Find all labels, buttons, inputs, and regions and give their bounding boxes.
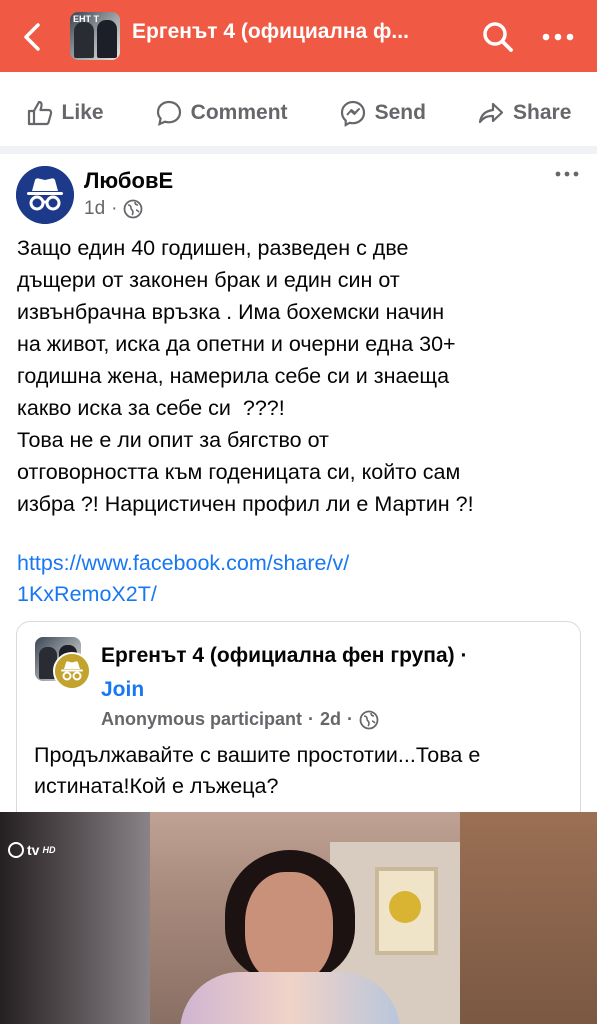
like-button[interactable]: Like <box>26 99 104 127</box>
post-meta: 1d · <box>84 198 143 220</box>
section-divider <box>0 146 597 154</box>
post-author[interactable]: ЛюбовЕ <box>84 168 173 194</box>
group-title[interactable]: Ергенът 4 (официална ф... <box>132 20 452 44</box>
send-label: Send <box>374 101 426 124</box>
shared-meta-separator-2: · <box>347 709 354 729</box>
share-label: Share <box>513 101 572 124</box>
shared-time: 2d <box>320 709 342 729</box>
post-body: Защо един 40 годишен, разведен с две дъщ… <box>17 236 474 516</box>
comment-icon <box>156 100 181 126</box>
shared-participant: Anonymous participant <box>101 709 303 729</box>
channel-logo: tv HD <box>8 842 55 858</box>
channel-hd-text: HD <box>42 845 56 855</box>
post-link[interactable]: https://www.facebook.com/share/v/ 1KxRem… <box>17 548 497 610</box>
share-button[interactable]: Share <box>477 99 571 127</box>
join-button[interactable]: Join <box>101 678 144 702</box>
anonymous-participant-icon <box>53 652 91 690</box>
post-action-bar: Like Comment Send Share <box>0 80 597 147</box>
shared-post-meta: Anonymous participant · 2d · <box>101 709 379 730</box>
search-icon[interactable] <box>481 20 515 54</box>
messenger-icon <box>340 100 365 127</box>
comment-label: Comment <box>190 101 288 124</box>
presenter <box>180 972 400 1024</box>
meta-separator: · <box>111 198 118 219</box>
post-time: 1d <box>84 198 106 219</box>
share-icon <box>478 102 504 124</box>
globe-icon <box>359 710 379 729</box>
group-header-bar: ЕНТ Т Ергенът 4 (официална ф... <box>0 0 597 72</box>
comment-button[interactable]: Comment <box>155 99 288 127</box>
shared-post-body: Продължавайте с вашите простотии...Това … <box>34 743 481 798</box>
video-preview[interactable]: tv HD <box>0 812 597 1024</box>
thumbs-up-icon <box>27 100 52 126</box>
back-arrow-icon[interactable] <box>18 20 48 54</box>
send-button[interactable]: Send <box>339 99 426 127</box>
anonymous-avatar-icon[interactable] <box>16 166 74 224</box>
post-more-options-icon[interactable] <box>555 168 579 180</box>
shared-meta-separator-1: · <box>308 709 315 729</box>
group-thumbnail-text: ЕНТ Т <box>73 14 99 24</box>
more-options-icon[interactable] <box>540 25 576 49</box>
wall-painting <box>375 867 438 955</box>
like-label: Like <box>61 101 104 124</box>
group-thumbnail[interactable]: ЕНТ Т <box>70 12 120 60</box>
globe-icon <box>124 199 143 219</box>
shared-group-name[interactable]: Ергенът 4 (официална фен група) · <box>101 644 468 668</box>
channel-logo-text: tv <box>27 842 40 858</box>
